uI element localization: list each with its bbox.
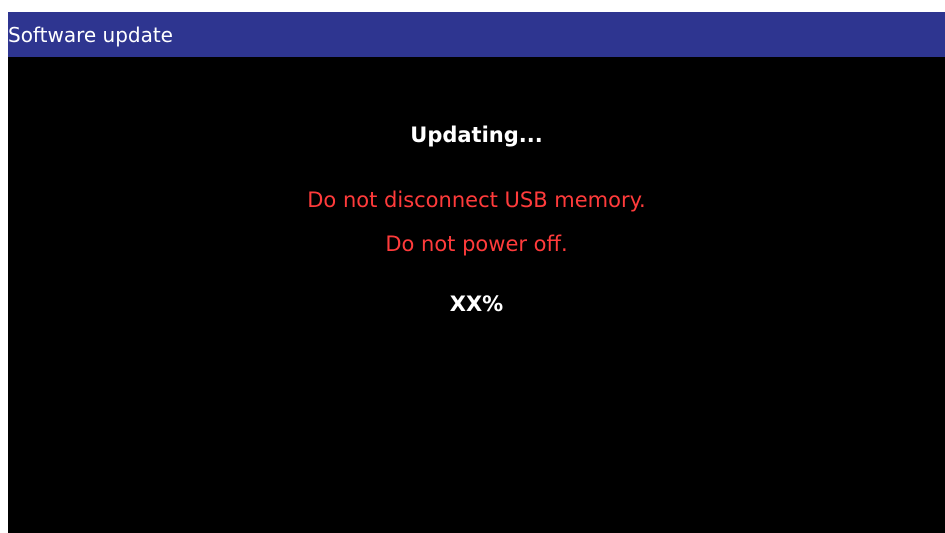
- usb-warning-text: Do not disconnect USB memory.: [307, 188, 646, 212]
- power-warning-text: Do not power off.: [385, 232, 568, 256]
- title-bar: Software update: [8, 12, 945, 57]
- update-screen: Software update Updating... Do not disco…: [8, 12, 945, 533]
- status-heading: Updating...: [410, 123, 543, 147]
- update-content: Updating... Do not disconnect USB memory…: [8, 57, 945, 533]
- progress-percent: XX%: [449, 292, 504, 316]
- window-title: Software update: [8, 22, 173, 47]
